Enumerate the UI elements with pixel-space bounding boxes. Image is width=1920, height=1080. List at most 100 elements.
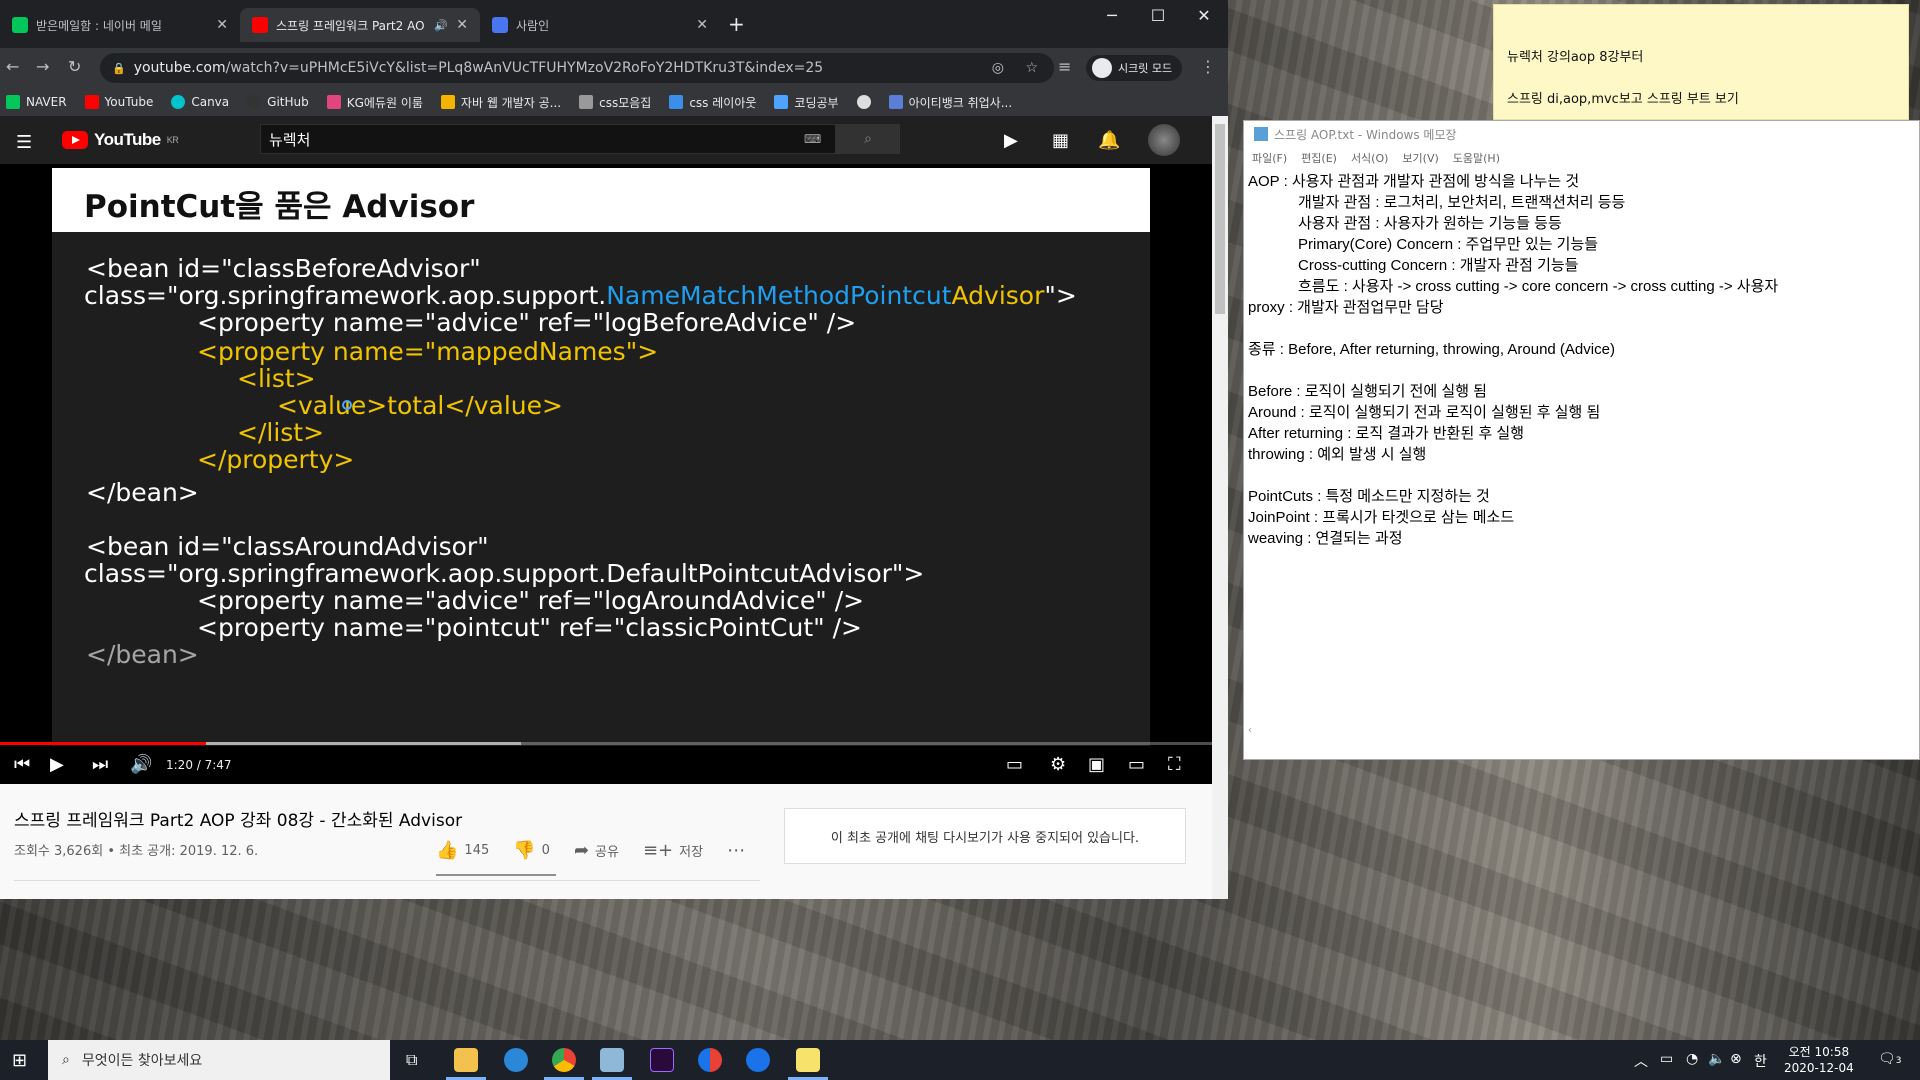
youtube-logo[interactable]: YouTube KR (62, 130, 179, 150)
reload-icon[interactable]: ↻ (68, 57, 81, 76)
close-window-button[interactable]: ✕ (1184, 6, 1224, 25)
close-icon[interactable]: ✕ (696, 17, 708, 33)
bookmark-naver[interactable]: NAVER (6, 95, 67, 109)
next-icon[interactable]: ⏭ (92, 754, 108, 775)
app-icon[interactable] (746, 1048, 770, 1072)
search-button[interactable]: ⌕ (836, 124, 900, 154)
page-scrollbar[interactable] (1212, 116, 1228, 899)
network-icon[interactable]: ◔ (1686, 1051, 1698, 1067)
battery-icon[interactable]: ▭ (1660, 1051, 1673, 1067)
keyboard-icon[interactable]: ⌨ (804, 132, 821, 146)
video-player[interactable]: PointCut을 품은 Advisor <bean id="classBefo… (0, 164, 1212, 784)
like-button[interactable]: 👍 145 (436, 840, 489, 861)
sticky-note[interactable]: 뉴렉처 강의aop 8강부터 스프링 di,aop,mvc보고 스프링 부트 보… (1493, 4, 1909, 120)
fullscreen-icon[interactable]: ⛶ (1168, 754, 1181, 775)
previous-icon[interactable]: ⏮ (14, 754, 30, 775)
volume-icon[interactable]: 🔊 (130, 754, 152, 775)
bookmark-globe[interactable] (856, 95, 871, 109)
menu-view[interactable]: 보기(V) (1402, 150, 1438, 166)
taskbar: ⊞ ⌕ 무엇이든 찾아보세요 ⧉ ︿ ▭ ◔ 🔈 ⊗ 한 오전 10:58 20… (0, 1040, 1920, 1080)
bookmark-kg-eduone[interactable]: KG에듀원 이룸 (326, 94, 423, 111)
status-icon[interactable]: ⊗ (1730, 1051, 1742, 1067)
bookmark-github[interactable]: GitHub (247, 95, 309, 109)
apps-icon[interactable]: ▦ (1052, 130, 1069, 151)
app-icon[interactable] (698, 1048, 722, 1072)
naver-icon (6, 95, 20, 109)
more-actions-button[interactable]: ⋯ (727, 840, 745, 861)
file-explorer-icon[interactable] (454, 1048, 478, 1072)
notepad-text-area[interactable]: AOP : 사용자 관점과 개발자 관점에 방식을 나누는 것 개발자 관점 :… (1248, 171, 1916, 737)
subtitles-icon[interactable]: ▭ (1006, 754, 1023, 775)
notifications-icon[interactable]: 🔔 (1098, 130, 1120, 151)
scrollbar-thumb[interactable] (1215, 124, 1225, 314)
notepad-icon (1254, 127, 1268, 141)
audio-icon[interactable]: 🔊 (434, 19, 448, 32)
more-menu-icon[interactable]: ⋮ (1200, 57, 1216, 76)
notepad-window: 스프링 AOP.txt - Windows 메모장 파일(F) 편집(E) 서식… (1243, 120, 1920, 760)
menu-format[interactable]: 서식(O) (1351, 150, 1388, 166)
bookmark-canva[interactable]: Canva (171, 95, 229, 109)
create-video-icon[interactable]: ▶ (1004, 130, 1018, 151)
avatar[interactable] (1148, 124, 1180, 156)
ime-indicator[interactable]: 한 (1754, 1051, 1767, 1071)
menu-help[interactable]: 도움말(H) (1453, 150, 1500, 166)
sticky-notes-icon[interactable] (796, 1048, 820, 1072)
canva-icon (171, 95, 186, 109)
volume-icon[interactable]: 🔈 (1708, 1051, 1725, 1067)
settings-gear-icon[interactable]: ⚙ (1050, 754, 1066, 775)
close-icon[interactable]: ✕ (216, 17, 228, 33)
logo-text: YouTube (94, 130, 161, 149)
tab-youtube[interactable]: 스프링 프레임워크 Part2 AO 🔊 ✕ (240, 8, 480, 42)
code-line: class="org.springframework.aop.support.D… (84, 559, 925, 588)
premiere-icon[interactable] (650, 1048, 674, 1072)
scroll-left-icon[interactable]: ‹ (1248, 725, 1252, 736)
github-icon (247, 95, 262, 109)
reading-list-icon[interactable]: ≡ (1058, 57, 1071, 76)
progress-bar[interactable] (0, 742, 1212, 745)
close-icon[interactable]: ✕ (456, 17, 468, 33)
bookmark-java-dev[interactable]: 자바 웹 개발자 공... (440, 94, 561, 111)
minimize-button[interactable]: ─ (1092, 6, 1132, 25)
bookmark-label: css모음집 (599, 95, 652, 110)
address-bar[interactable]: 🔒 youtube.com /watch?v=uPHMcE5iVcY&list=… (100, 53, 1054, 83)
notepad-menu: 파일(F) 편집(E) 서식(O) 보기(V) 도움말(H) (1244, 147, 1919, 169)
tab-saramin[interactable]: 사람인 ✕ (480, 8, 720, 42)
save-button[interactable]: ≡+ 저장 (643, 840, 703, 861)
bookmark-itbank[interactable]: 아이티뱅크 취업사... (888, 94, 1012, 111)
new-tab-button[interactable]: + (728, 12, 745, 36)
miniplayer-icon[interactable]: ▣ (1088, 754, 1105, 775)
incognito-badge[interactable]: 시크릿 모드 (1086, 55, 1183, 81)
bookmark-youtube[interactable]: YouTube (84, 95, 153, 109)
menu-file[interactable]: 파일(F) (1252, 150, 1287, 166)
show-hidden-icon[interactable]: ︿ (1634, 1051, 1648, 1071)
menu-edit[interactable]: 편집(E) (1301, 150, 1337, 166)
taskbar-search-input[interactable]: ⌕ 무엇이든 찾아보세요 (48, 1040, 390, 1080)
chrome-icon[interactable] (552, 1048, 576, 1072)
bookmark-css-collection[interactable]: css모음집 (579, 94, 651, 111)
tab-naver-mail[interactable]: 받은메일함 : 네이버 메일 ✕ (0, 8, 240, 42)
code-highlight: NameMatchMethodPointcut (606, 281, 952, 310)
notepad-taskbar-icon[interactable] (600, 1048, 624, 1072)
clock[interactable]: 오전 10:58 2020-12-04 (1784, 1044, 1854, 1076)
back-icon[interactable]: ← (6, 57, 19, 76)
forward-icon[interactable]: → (36, 57, 49, 76)
play-icon[interactable]: ▶ (50, 754, 64, 775)
hamburger-menu-icon[interactable]: ☰ (16, 132, 32, 153)
star-icon[interactable]: ☆ (1025, 60, 1038, 76)
browser-toolbar: ← → ↻ 🔒 youtube.com /watch?v=uPHMcE5iVcY… (0, 48, 1228, 88)
eye-off-icon[interactable]: ◎ (992, 60, 1004, 76)
bookmark-coding-study[interactable]: 코딩공부 (774, 94, 839, 111)
edge-icon[interactable] (504, 1048, 528, 1072)
windows-start-icon[interactable]: ⊞ (12, 1050, 27, 1071)
share-button[interactable]: ➦ 공유 (574, 840, 619, 861)
notepad-titlebar[interactable]: 스프링 AOP.txt - Windows 메모장 (1244, 121, 1919, 147)
globe-icon (856, 95, 871, 109)
task-view-icon[interactable]: ⧉ (406, 1050, 417, 1070)
bookmark-css-layout[interactable]: css 레이아웃 (669, 94, 756, 111)
saramin-icon (492, 17, 508, 33)
dislike-button[interactable]: 👎 0 (513, 840, 550, 861)
search-input[interactable]: 뉴렉처 (260, 124, 836, 154)
maximize-button[interactable]: ☐ (1138, 6, 1178, 25)
notification-icon[interactable]: 🗨3 (1878, 1051, 1902, 1067)
theater-mode-icon[interactable]: ▭ (1128, 754, 1145, 775)
